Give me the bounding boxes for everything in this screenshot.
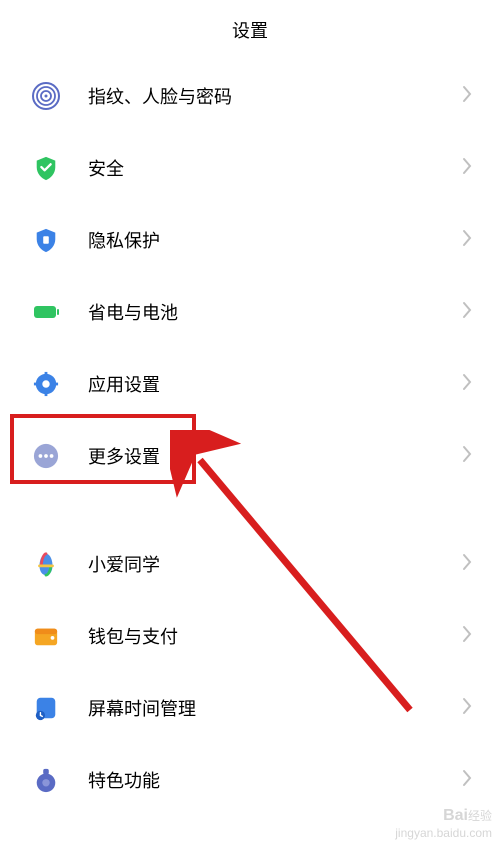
chevron-right-icon xyxy=(462,229,472,252)
settings-list-1: 指纹、人脸与密码 安全 隐私保护 省电与电池 应用设置 更多设置 xyxy=(0,60,500,492)
settings-item-battery[interactable]: 省电与电池 xyxy=(0,276,500,348)
settings-item-label: 钱包与支付 xyxy=(88,623,462,649)
settings-item-label: 隐私保护 xyxy=(88,227,462,253)
settings-item-apps[interactable]: 应用设置 xyxy=(0,348,500,420)
settings-item-wallet[interactable]: 钱包与支付 xyxy=(0,600,500,672)
settings-item-label: 特色功能 xyxy=(88,767,462,793)
screen-time-icon xyxy=(32,694,60,722)
settings-list-2: 小爱同学 钱包与支付 屏幕时间管理 特色功能 xyxy=(0,528,500,816)
gear-icon xyxy=(32,370,60,398)
special-icon xyxy=(32,766,60,794)
chevron-right-icon xyxy=(462,625,472,648)
settings-item-xiaoai[interactable]: 小爱同学 xyxy=(0,528,500,600)
header: 设置 xyxy=(0,0,500,60)
settings-item-label: 小爱同学 xyxy=(88,551,462,577)
wallet-icon xyxy=(32,622,60,650)
chevron-right-icon xyxy=(462,301,472,324)
shield-check-icon xyxy=(32,154,60,182)
settings-item-label: 应用设置 xyxy=(88,371,462,397)
settings-item-more[interactable]: 更多设置 xyxy=(0,420,500,492)
chevron-right-icon xyxy=(462,445,472,468)
page-title: 设置 xyxy=(232,17,268,43)
settings-item-fingerprint[interactable]: 指纹、人脸与密码 xyxy=(0,60,500,132)
chevron-right-icon xyxy=(462,373,472,396)
settings-item-label: 屏幕时间管理 xyxy=(88,695,462,721)
more-icon xyxy=(32,442,60,470)
settings-item-special[interactable]: 特色功能 xyxy=(0,744,500,816)
settings-item-privacy[interactable]: 隐私保护 xyxy=(0,204,500,276)
watermark: Bai经验 jingyan.baidu.com xyxy=(395,806,492,840)
settings-item-label: 更多设置 xyxy=(88,443,462,469)
chevron-right-icon xyxy=(462,85,472,108)
chevron-right-icon xyxy=(462,553,472,576)
shield-icon xyxy=(32,226,60,254)
settings-item-label: 指纹、人脸与密码 xyxy=(88,83,462,109)
fingerprint-icon xyxy=(32,82,60,110)
xiaoai-icon xyxy=(32,550,60,578)
chevron-right-icon xyxy=(462,769,472,792)
chevron-right-icon xyxy=(462,157,472,180)
settings-item-screentime[interactable]: 屏幕时间管理 xyxy=(0,672,500,744)
settings-item-label: 安全 xyxy=(88,155,462,181)
chevron-right-icon xyxy=(462,697,472,720)
section-separator xyxy=(0,492,500,528)
settings-item-label: 省电与电池 xyxy=(88,299,462,325)
settings-item-security[interactable]: 安全 xyxy=(0,132,500,204)
battery-icon xyxy=(32,298,60,326)
